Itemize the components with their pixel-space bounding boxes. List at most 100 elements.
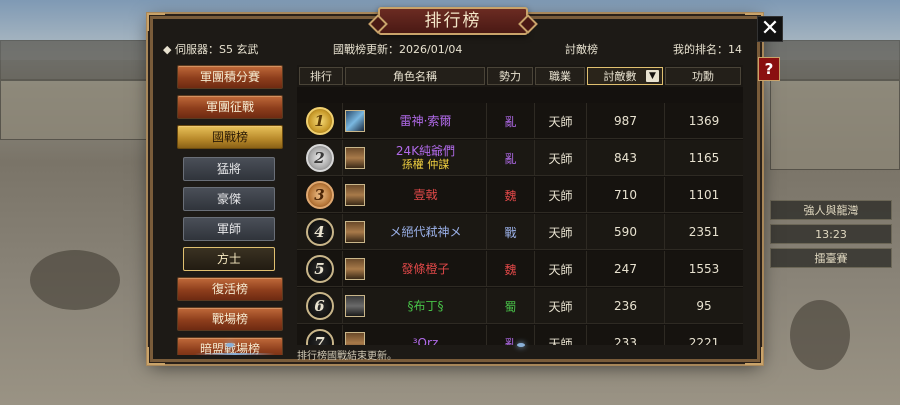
header-job[interactable]: 職業: [535, 67, 585, 85]
rank-cell: 6: [297, 288, 343, 324]
table-header: 排行 角色名稱 勢力 職業 討敵數 ▼ 功勳: [297, 65, 743, 87]
job-cell: 天師: [535, 103, 587, 139]
character-name: メ絕代弒神メ: [389, 224, 462, 239]
category-legion-war[interactable]: 軍團征戰: [177, 95, 283, 119]
background-label: 13:23: [770, 224, 892, 244]
character-cell[interactable]: ³Orz: [343, 325, 487, 345]
background-label: 擂臺賽: [770, 248, 892, 268]
category-revival[interactable]: 復活榜: [177, 277, 283, 301]
merit-cell: 1101: [688, 188, 720, 202]
character-name: 雷神·索爾: [399, 113, 452, 128]
category-national-war[interactable]: 國戰榜: [177, 125, 283, 149]
rank-cell: 7: [297, 325, 343, 345]
rank-medal-icon: 3: [305, 181, 334, 209]
character-name: ³Orz: [412, 335, 439, 345]
help-button[interactable]: ?: [758, 57, 780, 81]
server-label: ◆ 伺服器：S5 玄武: [163, 43, 259, 56]
background-figure: [790, 300, 850, 370]
rank-cell: 5: [297, 251, 343, 287]
merit-cell: 1553: [688, 262, 720, 276]
kills-cell: 247: [587, 251, 665, 287]
character-name-group: 壹戟: [365, 188, 486, 202]
category-sidebar: 軍團積分賽 軍團征戰 國戰榜 猛將 豪傑 軍師 方士 復活榜 戰場榜 暗盟戰場榜: [175, 65, 285, 355]
job-cell: 天師: [535, 251, 587, 287]
character-avatar[interactable]: [345, 110, 365, 132]
character-avatar[interactable]: [345, 221, 365, 243]
rank-medal-icon: 7: [305, 329, 334, 345]
character-name-group: メ絕代弒神メ: [365, 224, 486, 239]
table-row[interactable]: 1 雷神·索爾 亂天師 987 1369: [297, 103, 743, 139]
header-kills[interactable]: 討敵數 ▼: [587, 67, 663, 85]
character-cell[interactable]: 發條橙子: [343, 251, 487, 287]
subcategory-strategist[interactable]: 軍師: [183, 217, 275, 241]
faction-cell: 魏: [487, 251, 535, 287]
faction-cell: 亂: [487, 103, 535, 139]
header-faction[interactable]: 勢力: [487, 67, 533, 85]
sidebar-scroll-glow: [226, 343, 234, 347]
faction-cell: 亂: [487, 325, 535, 345]
panel-title: 排行榜: [378, 7, 528, 35]
panel-corner-ornament: [745, 347, 763, 365]
header-kills-label: 討敵數: [603, 70, 637, 83]
panel-corner-ornament: [147, 347, 165, 365]
character-cell[interactable]: 雷神·索爾: [343, 103, 487, 139]
table-row[interactable]: 4 メ絕代弒神メ 戰天師 590 2351: [297, 214, 743, 250]
kills-cell: 233: [587, 325, 665, 345]
faction-cell: 亂: [487, 140, 535, 176]
character-avatar[interactable]: [345, 147, 365, 169]
character-cell[interactable]: メ絕代弒神メ: [343, 214, 487, 250]
footer-note: 排行榜國戰結束更新。: [297, 351, 397, 362]
merit-cell: 95: [696, 299, 712, 313]
subcategory-warrior[interactable]: 猛將: [183, 157, 275, 181]
subcategory-hero[interactable]: 豪傑: [183, 187, 275, 211]
faction-cell: 蜀: [487, 288, 535, 324]
ranking-table[interactable]: 排行 角色名稱 勢力 職業 討敵數 ▼ 功勳 1 雷神·索爾亂天師 987 1369 2…: [297, 65, 743, 345]
character-avatar[interactable]: [345, 258, 365, 280]
merit-cell: 1369: [688, 114, 720, 128]
subcategory-sorcerer[interactable]: 方士: [183, 247, 275, 271]
background-building: [760, 40, 900, 80]
merit-cell: 2221: [688, 336, 720, 345]
character-cell[interactable]: §布丁§: [343, 288, 487, 324]
character-avatar[interactable]: [345, 184, 365, 206]
category-battlefield[interactable]: 戰場榜: [177, 307, 283, 331]
job-cell: 天師: [535, 288, 587, 324]
merit-cell: 2351: [688, 225, 720, 239]
info-bar: ◆ 伺服器：S5 玄武 國戰榜更新：2026/01/04 討敵榜 我的排名：14: [163, 39, 747, 57]
character-avatar[interactable]: [345, 332, 365, 345]
kills-cell: 710: [587, 177, 665, 213]
rank-cell: 3: [297, 177, 343, 213]
kills-cell: 236: [587, 288, 665, 324]
table-row[interactable]: 5 發條橙子 魏天師 247 1553: [297, 251, 743, 287]
rank-medal-icon: 5: [305, 255, 334, 283]
close-button[interactable]: ✕: [757, 16, 783, 42]
header-merit[interactable]: 功勳: [665, 67, 741, 85]
leaderboard-panel: 排行榜 ◆ 伺服器：S5 玄武 國戰榜更新：2026/01/04 討敵榜 我的排…: [147, 7, 763, 365]
table-row[interactable]: 7 ³Orz 亂天師 233 2221: [297, 325, 743, 345]
header-rank[interactable]: 排行: [299, 67, 343, 85]
table-row[interactable]: 6 §布丁§ 蜀天師 236 95: [297, 288, 743, 324]
character-name: 24K純爺們: [395, 144, 456, 158]
character-name: §布丁§: [407, 298, 444, 313]
character-avatar[interactable]: [345, 295, 365, 317]
character-cell[interactable]: 壹戟: [343, 177, 487, 213]
category-legion-points[interactable]: 軍團積分賽: [177, 65, 283, 89]
character-cell[interactable]: 24K純爺們 孫權 仲謀: [343, 140, 487, 176]
table-scroll-glow: [517, 343, 525, 347]
rank-cell: 2: [297, 140, 343, 176]
rank-medal-icon: 1: [305, 107, 334, 135]
character-name-group: 發條橙子: [365, 262, 486, 276]
kills-cell: 590: [587, 214, 665, 250]
faction-cell: 戰: [487, 214, 535, 250]
job-cell: 天師: [535, 214, 587, 250]
table-row[interactable]: 2 24K純爺們 孫權 仲謀亂天師 843 1165: [297, 140, 743, 176]
table-row[interactable]: 3 壹戟 魏天師 710 1101: [297, 177, 743, 213]
rank-medal-icon: 6: [305, 292, 334, 320]
merit-cell: 1165: [688, 151, 720, 165]
background-building: [0, 40, 150, 80]
job-cell: 天師: [535, 177, 587, 213]
character-name-group: 24K純爺們 孫權 仲謀: [365, 144, 486, 172]
character-name-group: §布丁§: [365, 298, 486, 313]
header-character-name[interactable]: 角色名稱: [345, 67, 485, 85]
character-name-group: 雷神·索爾: [365, 113, 486, 128]
